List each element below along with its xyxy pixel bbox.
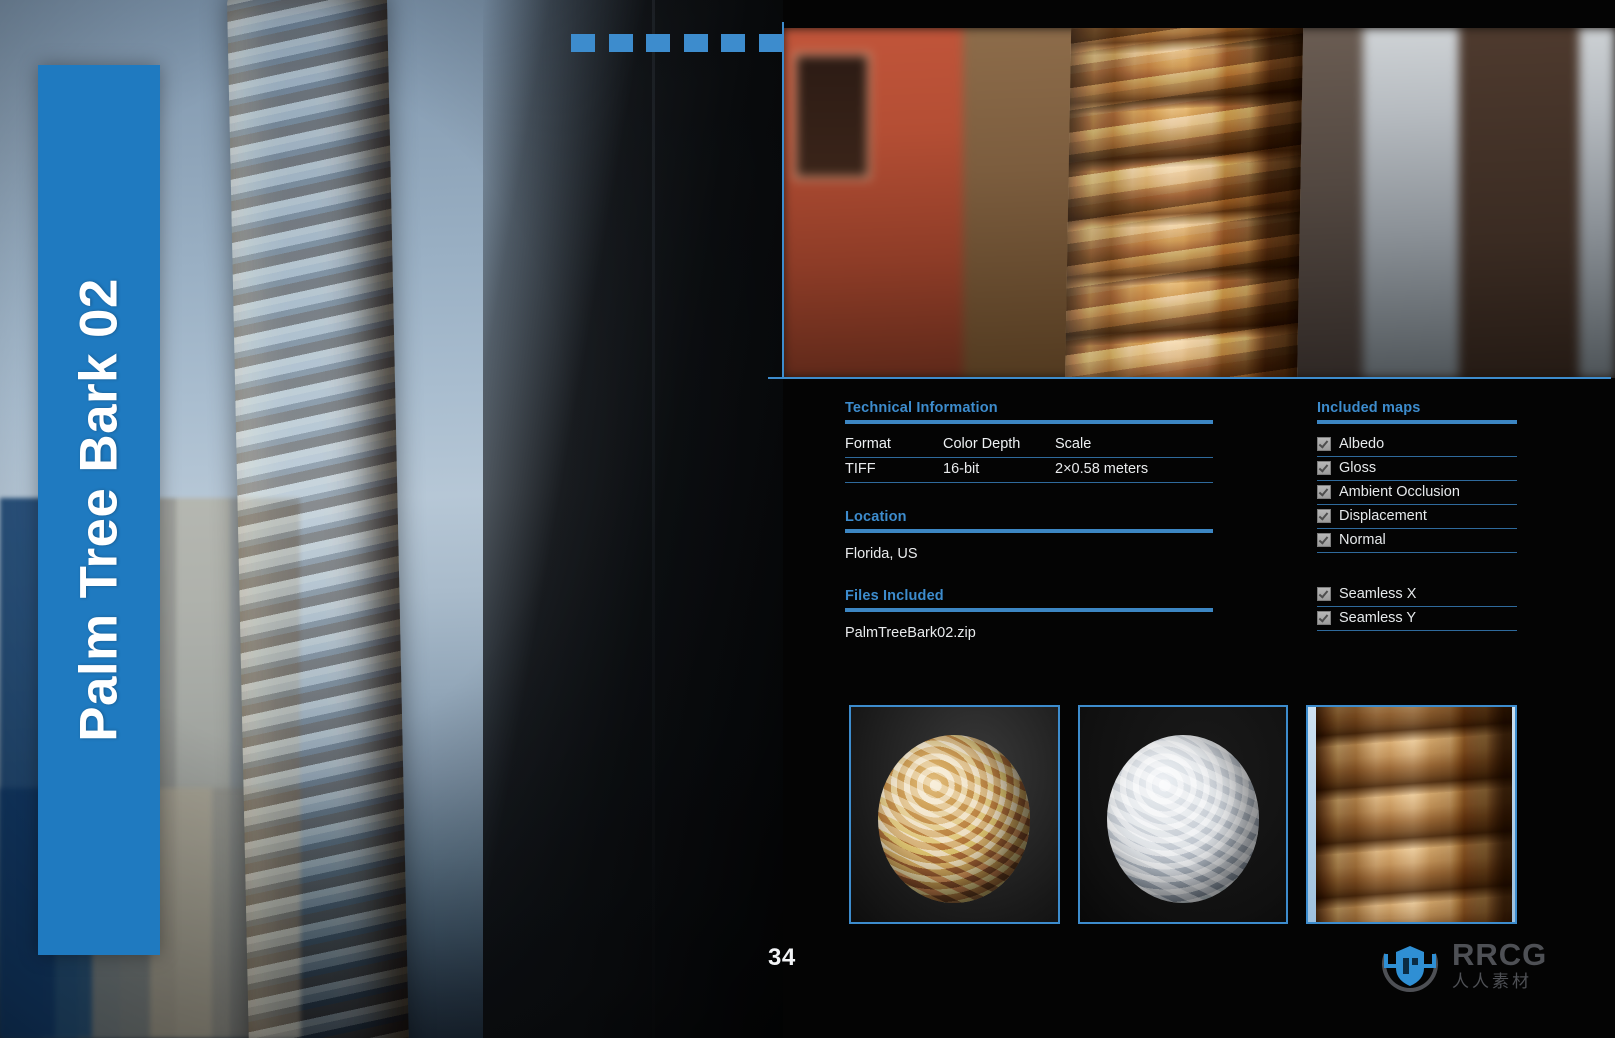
map-item-label: Ambient Occlusion: [1339, 484, 1460, 500]
albedo-sphere-render: [878, 734, 1031, 903]
map-item-label: Normal: [1339, 532, 1386, 548]
map-item-ambient-occlusion[interactable]: Ambient Occlusion: [1317, 481, 1517, 505]
map-item-albedo[interactable]: Albedo: [1317, 433, 1517, 457]
cell-format: TIFF: [845, 457, 943, 483]
page-title-bar: Palm Tree Bark 02: [38, 65, 160, 955]
watermark-subtitle: 人人素材: [1452, 971, 1532, 991]
checkbox-checked-icon[interactable]: [1317, 587, 1331, 601]
map-item-label: Gloss: [1339, 460, 1377, 476]
displacement-sphere-render: [1107, 734, 1259, 903]
watermark: RRCG 人人素材: [1378, 932, 1547, 996]
orange-building: [783, 28, 963, 378]
map-item-label: Seamless X: [1339, 586, 1417, 602]
preview-thumbnail-strip: [849, 705, 1518, 924]
cell-scale: 2×0.58 meters: [1055, 457, 1213, 483]
checkbox-checked-icon[interactable]: [1317, 509, 1331, 523]
technical-table: Format Color Depth Scale TIFF 16-bit 2×0…: [845, 433, 1213, 483]
location-value: Florida, US: [845, 546, 918, 562]
checkbox-checked-icon[interactable]: [1317, 485, 1331, 499]
map-item-seamless-x[interactable]: Seamless X: [1317, 583, 1517, 607]
location-heading-rule: [845, 529, 1213, 533]
map-item-label: Displacement: [1339, 508, 1427, 524]
white-building: [1363, 28, 1615, 378]
checkbox-checked-icon[interactable]: [1317, 437, 1331, 451]
col-header-scale: Scale: [1055, 433, 1213, 458]
technical-heading-rule: [845, 420, 1213, 424]
files-included-value: PalmTreeBark02.zip: [845, 625, 976, 641]
table-header-row: Format Color Depth Scale: [845, 433, 1213, 458]
checkbox-checked-icon[interactable]: [1317, 533, 1331, 547]
dash-square: [683, 34, 708, 52]
dashed-accent-row: [571, 34, 783, 52]
dash-square: [758, 34, 783, 52]
vertical-accent-line: [782, 22, 784, 378]
rrcg-logo-icon: [1378, 932, 1442, 996]
included-maps-panel: Included maps Albedo Gloss Ambient Occlu…: [1317, 400, 1517, 631]
cell-color-depth: 16-bit: [943, 457, 1055, 483]
horizontal-accent-line: [768, 377, 1611, 379]
dash-square: [721, 34, 746, 52]
thumbnail-albedo-sphere[interactable]: [849, 705, 1060, 924]
technical-information-panel: Technical Information Format Color Depth…: [845, 400, 1213, 641]
technical-heading: Technical Information: [845, 400, 998, 416]
col-header-format: Format: [845, 433, 943, 458]
checkbox-checked-icon[interactable]: [1317, 461, 1331, 475]
included-maps-heading: Included maps: [1317, 400, 1421, 416]
files-included-heading-rule: [845, 608, 1213, 612]
map-item-normal[interactable]: Normal: [1317, 529, 1517, 553]
page-title: Palm Tree Bark 02: [69, 278, 129, 742]
map-item-seamless-y[interactable]: Seamless Y: [1317, 607, 1517, 631]
table-row: TIFF 16-bit 2×0.58 meters: [845, 457, 1213, 483]
catalog-page: Palm Tree Bark 02 Technical Information …: [0, 0, 1615, 1038]
page-number: 34: [768, 944, 796, 971]
map-item-label: Seamless Y: [1339, 610, 1417, 626]
dash-square: [608, 34, 633, 52]
col-header-color-depth: Color Depth: [943, 433, 1055, 458]
included-maps-heading-rule: [1317, 420, 1517, 424]
map-item-displacement[interactable]: Displacement: [1317, 505, 1517, 529]
thumbnail-bark-closeup[interactable]: [1306, 705, 1518, 924]
checkbox-checked-icon[interactable]: [1317, 611, 1331, 625]
location-heading: Location: [845, 509, 907, 525]
map-item-gloss[interactable]: Gloss: [1317, 457, 1517, 481]
thumbnail-displacement-sphere[interactable]: [1077, 705, 1289, 924]
watermark-brand: RRCG: [1452, 936, 1548, 972]
map-item-label: Albedo: [1339, 436, 1385, 452]
palm-trunk-closeup: [1064, 28, 1304, 378]
files-included-heading: Files Included: [845, 588, 944, 604]
dash-square: [571, 34, 595, 52]
watermark-text: RRCG 人人素材: [1452, 939, 1547, 990]
hero-photo-detail: [783, 28, 1615, 378]
bark-closeup-render: [1316, 707, 1513, 922]
dash-square: [646, 34, 671, 52]
